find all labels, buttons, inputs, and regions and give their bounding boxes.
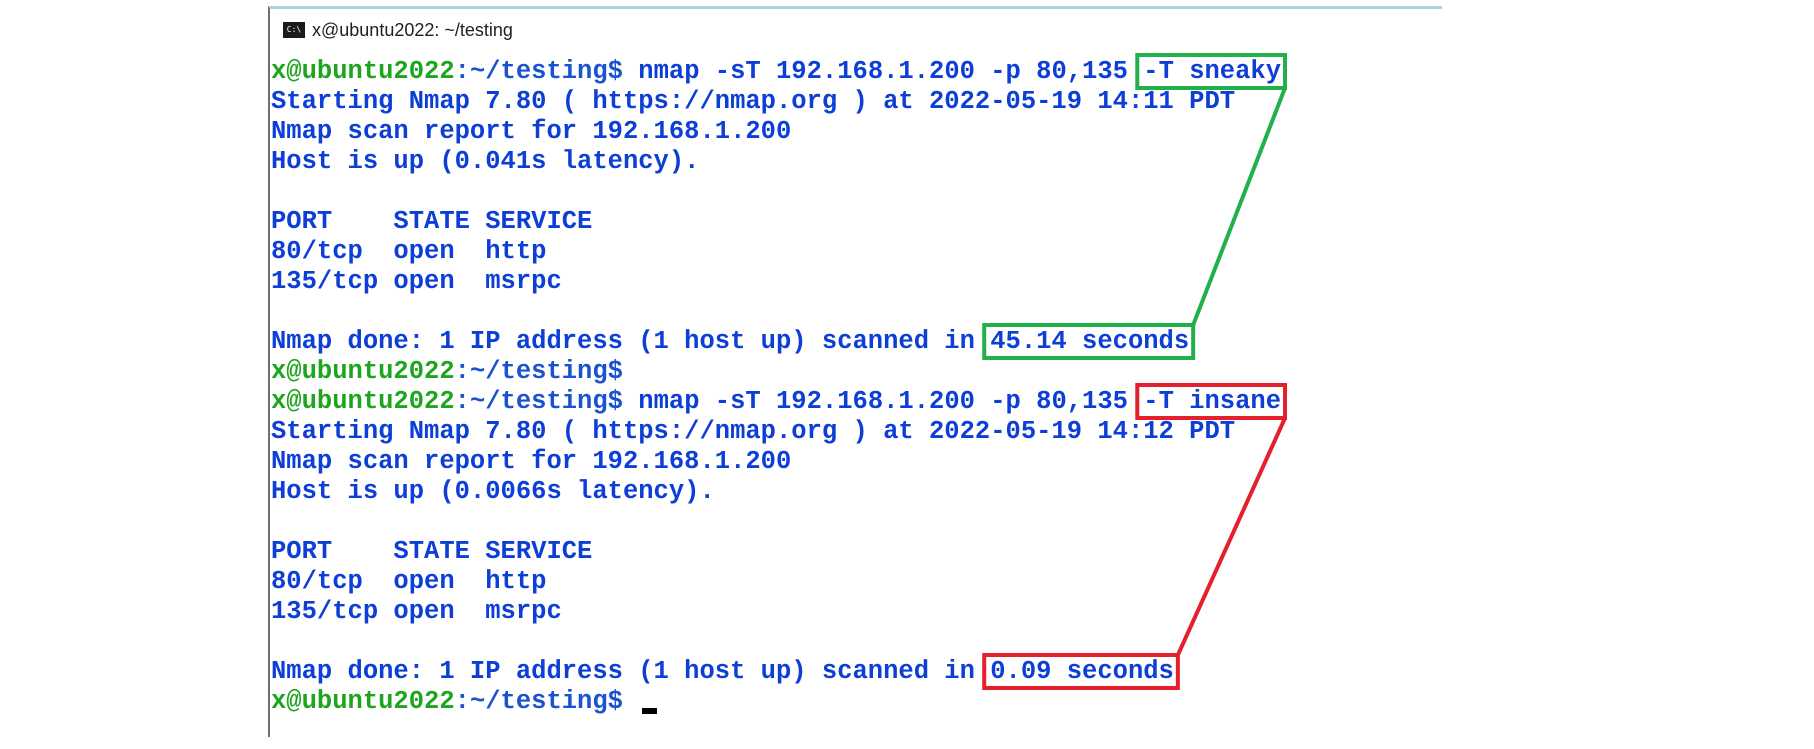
done-text: Nmap done: 1 IP address (1 host up) scan…: [271, 327, 991, 356]
terminal-app-icon: C:\: [283, 22, 305, 38]
output-line: Nmap scan report for 192.168.1.200: [271, 447, 792, 476]
output-line: Nmap scan report for 192.168.1.200: [271, 117, 792, 146]
port-row: 135/tcp open msrpc: [271, 267, 562, 296]
port-row: 80/tcp open http: [271, 237, 547, 266]
timing-flag-sneaky: -T sneaky: [1143, 57, 1282, 86]
prompt-path: :~/testing: [454, 387, 608, 416]
output-line: Starting Nmap 7.80 ( https://nmap.org ) …: [271, 417, 1236, 446]
port-table-header: PORT STATE SERVICE: [271, 537, 593, 566]
output-line: Starting Nmap 7.80 ( https://nmap.org ) …: [271, 87, 1236, 116]
output-line: Nmap done: 1 IP address (1 host up) scan…: [271, 327, 1442, 357]
command-line: x@ubuntu2022:~/testing$ nmap -sT 192.168…: [271, 57, 1442, 87]
command-line-active[interactable]: x@ubuntu2022:~/testing$: [271, 687, 1442, 717]
prompt-path: :~/testing: [454, 687, 608, 716]
title-bar[interactable]: C:\ x@ubuntu2022: ~/testing: [270, 9, 1442, 43]
command-text: nmap -sT 192.168.1.200 -p 80,135: [622, 387, 1144, 416]
scan-duration-insane: 0.09 seconds: [990, 657, 1174, 686]
terminal-output[interactable]: x@ubuntu2022:~/testing$ nmap -sT 192.168…: [271, 57, 1442, 737]
prompt-path: :~/testing: [454, 57, 608, 86]
port-row: 135/tcp open msrpc: [271, 597, 562, 626]
terminal-window: C:\ x@ubuntu2022: ~/testing x@ubuntu2022…: [268, 6, 1442, 737]
output-line: Host is up (0.0066s latency).: [271, 477, 715, 506]
prompt-dollar: $: [607, 687, 623, 716]
prompt-user-host: x@ubuntu2022: [271, 387, 455, 416]
done-text: Nmap done: 1 IP address (1 host up) scan…: [271, 657, 991, 686]
prompt-dollar: $: [607, 357, 623, 386]
timing-flag-insane: -T insane: [1143, 387, 1282, 416]
prompt-user-host: x@ubuntu2022: [271, 57, 455, 86]
command-text: nmap -sT 192.168.1.200 -p 80,135: [622, 57, 1144, 86]
prompt-user-host: x@ubuntu2022: [271, 687, 455, 716]
prompt-dollar: $: [607, 57, 623, 86]
output-line: Nmap done: 1 IP address (1 host up) scan…: [271, 657, 1442, 687]
command-line: x@ubuntu2022:~/testing$: [271, 357, 1442, 387]
port-table-header: PORT STATE SERVICE: [271, 207, 593, 236]
port-row: 80/tcp open http: [271, 567, 547, 596]
text-cursor: [642, 708, 658, 714]
prompt-dollar: $: [607, 387, 623, 416]
prompt-path: :~/testing: [454, 357, 608, 386]
prompt-user-host: x@ubuntu2022: [271, 357, 455, 386]
scan-duration-sneaky: 45.14 seconds: [990, 327, 1190, 356]
window-title: x@ubuntu2022: ~/testing: [312, 20, 513, 40]
command-line: x@ubuntu2022:~/testing$ nmap -sT 192.168…: [271, 387, 1442, 417]
output-line: Host is up (0.041s latency).: [271, 147, 700, 176]
